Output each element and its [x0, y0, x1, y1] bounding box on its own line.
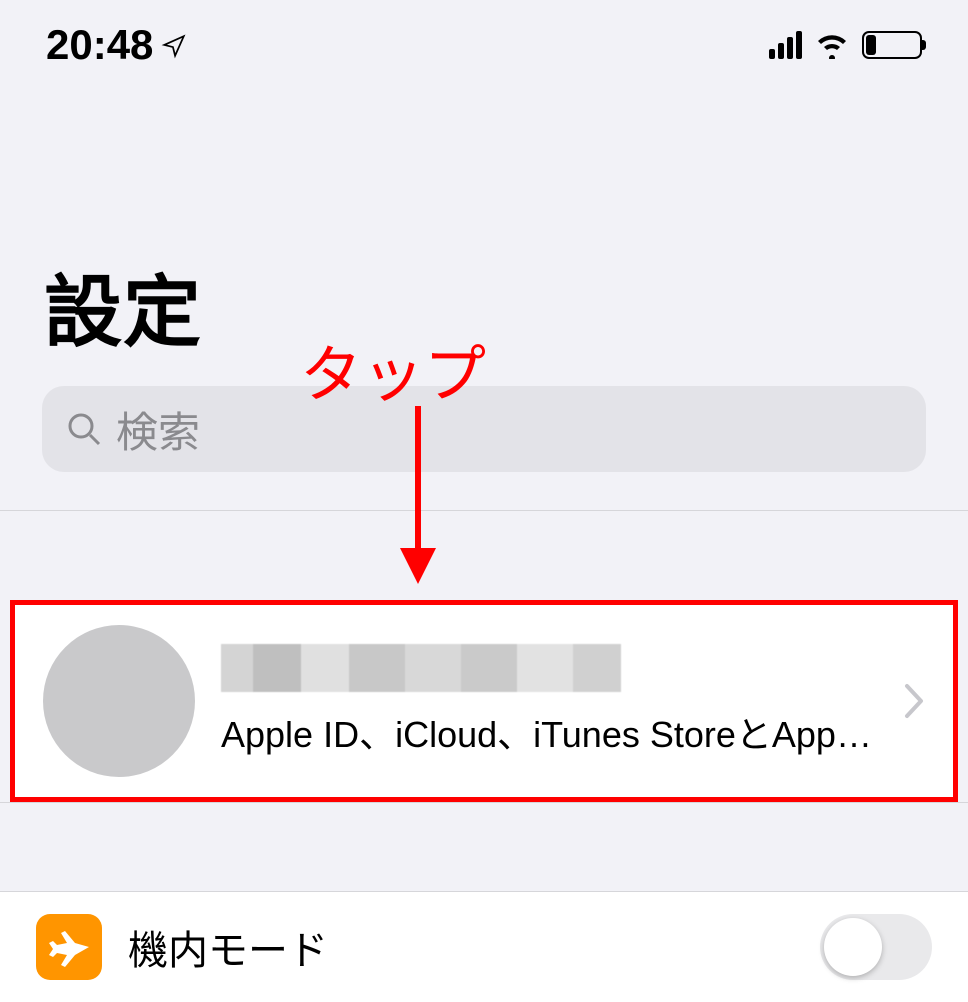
- section-gap: [0, 802, 968, 892]
- search-icon: [66, 411, 102, 447]
- apple-id-highlight: Apple ID、iCloud、iTunes StoreとApp S...: [10, 600, 958, 802]
- status-left: 20:48: [46, 21, 187, 69]
- apple-id-row[interactable]: Apple ID、iCloud、iTunes StoreとApp S...: [15, 605, 953, 797]
- search-input[interactable]: 検索: [42, 386, 926, 472]
- airplane-mode-toggle[interactable]: [820, 914, 932, 980]
- apple-id-subtitle: Apple ID、iCloud、iTunes StoreとApp S...: [221, 706, 877, 758]
- battery-icon: [862, 31, 922, 59]
- page-header: 設定: [0, 90, 968, 386]
- user-name-redacted: [221, 644, 621, 692]
- status-bar: 20:48: [0, 0, 968, 90]
- page-title: 設定: [44, 250, 924, 362]
- cellular-signal-icon: [769, 31, 802, 59]
- chevron-right-icon: [903, 682, 925, 720]
- airplane-mode-row[interactable]: 機内モード: [0, 892, 968, 1002]
- section-separator: [0, 510, 968, 600]
- search-container: 検索: [0, 386, 968, 510]
- toggle-knob: [824, 918, 882, 976]
- status-time: 20:48: [46, 21, 153, 69]
- search-placeholder: 検索: [116, 399, 200, 460]
- status-right: [769, 31, 922, 59]
- avatar: [43, 625, 195, 777]
- airplane-icon: [36, 914, 102, 980]
- location-icon: [161, 33, 187, 59]
- airplane-mode-label: 機内モード: [128, 918, 794, 976]
- apple-id-text: Apple ID、iCloud、iTunes StoreとApp S...: [221, 644, 877, 758]
- wifi-icon: [814, 31, 850, 59]
